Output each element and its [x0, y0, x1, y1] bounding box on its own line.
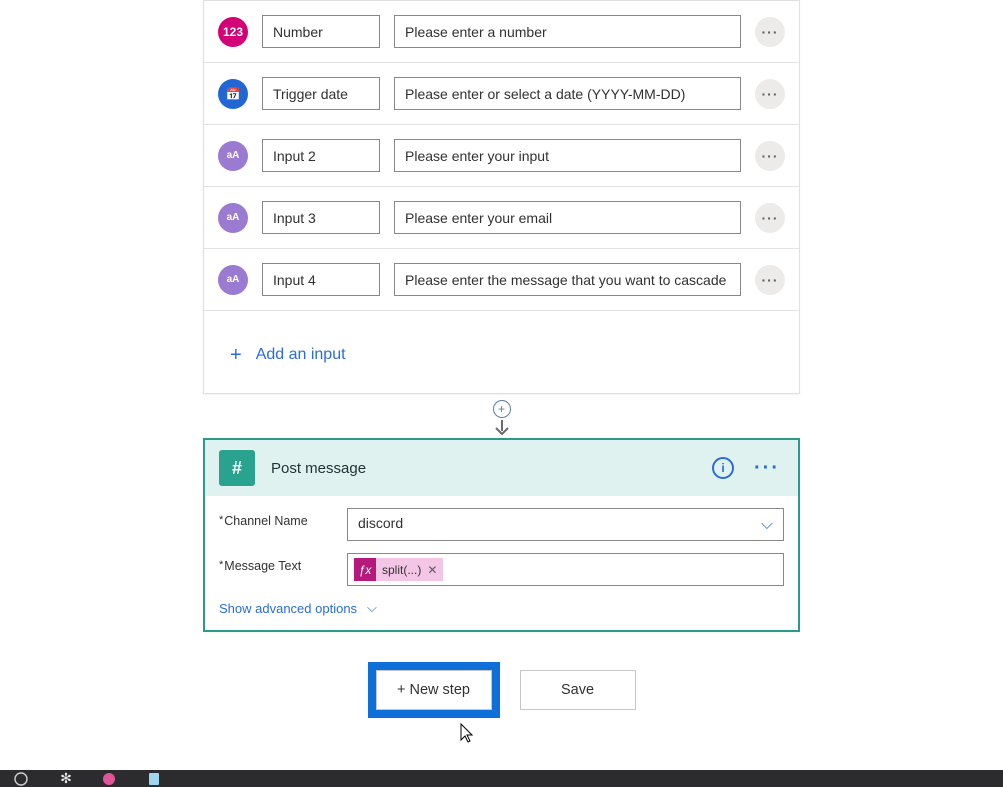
text-icon: aA [218, 141, 248, 171]
token-remove-icon[interactable]: ✕ [427, 563, 437, 577]
row-menu-button[interactable]: ··· [755, 17, 785, 47]
input-value-field[interactable]: Please enter your email [394, 201, 741, 234]
input-value-field[interactable]: Please enter your input [394, 139, 741, 172]
plus-icon: + [230, 345, 242, 365]
slack-icon: # [219, 450, 255, 486]
taskbar-app1-icon[interactable] [100, 771, 120, 786]
trigger-input-row: aA Input 2 Please enter your input ··· [204, 139, 799, 172]
input-name-field[interactable]: Input 2 [262, 139, 380, 172]
arrow-down-icon [495, 420, 509, 436]
footer-buttons: + New step Save [368, 662, 636, 718]
text-icon: aA [218, 265, 248, 295]
row-menu-button[interactable]: ··· [755, 79, 785, 109]
row-menu-button[interactable]: ··· [755, 203, 785, 233]
taskbar: ✻ [0, 770, 1003, 787]
input-value-field[interactable]: Please enter or select a date (YYYY-MM-D… [394, 77, 741, 110]
action-menu-button[interactable]: ··· [750, 457, 784, 480]
chevron-down-icon: ⌵ [761, 516, 773, 534]
action-header[interactable]: # Post message i ··· [205, 440, 798, 496]
taskbar-settings-icon[interactable]: ✻ [56, 771, 76, 786]
input-value-field[interactable]: Please enter the message that you want t… [394, 263, 741, 296]
channel-name-label: *Channel Name [219, 508, 339, 528]
text-icon: aA [218, 203, 248, 233]
info-icon[interactable]: i [712, 457, 734, 479]
fx-icon: ƒx [354, 558, 376, 581]
trigger-input-row: 📅 Trigger date Please enter or select a da… [204, 77, 799, 110]
trigger-input-row: aA Input 4 Please enter the message that y… [204, 263, 799, 296]
trigger-card: 123 Number Please enter a number ··· 📅 Trigge… [203, 0, 800, 394]
date-icon: 📅 [218, 79, 248, 109]
new-step-highlight: + New step [368, 662, 500, 718]
trigger-input-row: aA Input 3 Please enter your email ··· [204, 201, 799, 234]
action-card: # Post message i ··· *Channel Name disco… [203, 438, 800, 632]
channel-name-dropdown[interactable]: discord ⌵ [347, 508, 784, 541]
channel-name-value: discord [358, 515, 403, 531]
message-text-input[interactable]: ƒx split(...) ✕ [347, 553, 784, 586]
input-name-field[interactable]: Input 3 [262, 201, 380, 234]
show-advanced-options[interactable]: Show advanced options ⌵ [205, 596, 798, 630]
message-text-label: *Message Text [219, 553, 339, 573]
number-icon: 123 [218, 17, 248, 47]
input-name-field[interactable]: Trigger date [262, 77, 380, 110]
save-button[interactable]: Save [520, 670, 636, 710]
input-name-field[interactable]: Number [262, 15, 380, 48]
trigger-input-row: 123 Number Please enter a number ··· [204, 15, 799, 48]
taskbar-app2-icon[interactable] [144, 771, 164, 786]
row-menu-button[interactable]: ··· [755, 141, 785, 171]
add-input-label: Add an input [256, 346, 346, 364]
row-menu-button[interactable]: ··· [755, 265, 785, 295]
expression-token[interactable]: ƒx split(...) ✕ [354, 558, 443, 581]
add-input-button[interactable]: + Add an input [204, 325, 799, 387]
input-value-field[interactable]: Please enter a number [394, 15, 741, 48]
action-title: Post message [271, 460, 696, 477]
chevron-down-icon: ⌵ [367, 600, 377, 616]
new-step-button[interactable]: + New step [376, 670, 492, 710]
taskbar-start-icon[interactable] [12, 771, 32, 786]
insert-step-button[interactable]: + [493, 400, 511, 418]
input-name-field[interactable]: Input 4 [262, 263, 380, 296]
